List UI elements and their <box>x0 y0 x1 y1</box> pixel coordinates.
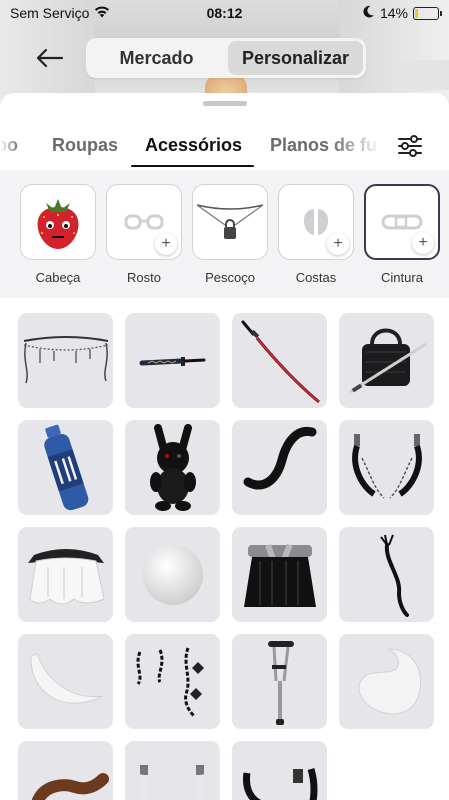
add-icon: + <box>412 232 434 254</box>
skirt-icon <box>243 543 316 607</box>
item-tile[interactable] <box>18 527 113 622</box>
segment-personalizar[interactable]: Personalizar <box>228 41 363 75</box>
item-tile[interactable] <box>125 527 220 622</box>
slot-label-cabeca: Cabeça <box>35 270 81 285</box>
glasses-icon <box>124 214 164 230</box>
slot-cintura[interactable]: + <box>364 184 440 260</box>
chain-charms-icon <box>136 646 204 717</box>
item-tile[interactable] <box>232 741 327 800</box>
sheet-grabber[interactable] <box>203 101 247 106</box>
wings-icon <box>303 209 329 235</box>
fluffy-tail-icon <box>358 648 421 714</box>
item-tile[interactable] <box>18 420 113 515</box>
battery-icon <box>413 6 442 20</box>
add-icon: + <box>155 233 177 255</box>
padlock-necklace-icon <box>196 204 264 239</box>
item-tile[interactable] <box>18 741 113 800</box>
slot-label-cintura: Cintura <box>381 270 423 285</box>
fluff-ball-icon <box>142 544 203 605</box>
slot-pescoco[interactable] <box>192 184 268 260</box>
chain-belt-icon <box>23 335 108 383</box>
item-tile[interactable] <box>339 634 434 729</box>
item-tile[interactable] <box>232 420 327 515</box>
item-tile[interactable] <box>125 420 220 515</box>
crescent-icon <box>29 652 103 704</box>
black-straps-icon <box>242 767 317 800</box>
arrow-left-icon <box>36 48 64 68</box>
crutch-icon <box>267 640 294 725</box>
item-tile[interactable] <box>125 741 220 800</box>
accessory-slots: + + + Cabeça Rosto Pescoço Costas Cintur… <box>0 170 449 298</box>
battery-percent: 14% <box>379 5 408 21</box>
red-katana-icon <box>241 320 320 403</box>
bag-sword-icon <box>348 328 427 393</box>
filter-button[interactable] <box>393 131 427 161</box>
tab-roupas[interactable]: Roupas <box>52 135 118 156</box>
slot-costas[interactable]: + <box>278 184 354 260</box>
belt-icon <box>381 214 423 230</box>
mode-segmented-control: Mercado Personalizar <box>86 38 366 78</box>
item-tile[interactable] <box>232 634 327 729</box>
tail-icon <box>243 426 316 489</box>
slot-label-pescoco: Pescoço <box>205 270 255 285</box>
segment-mercado[interactable]: Mercado <box>89 41 224 75</box>
whip-icon <box>379 534 409 617</box>
katana-icon <box>139 356 205 366</box>
bunny-icon <box>149 423 196 511</box>
brown-tail-icon <box>31 772 109 800</box>
status-bar: Sem Serviço 08:12 14% <box>0 0 449 26</box>
active-tab-underline <box>131 165 254 167</box>
white-straps-icon <box>138 764 205 800</box>
strawberry-head-icon <box>37 199 79 249</box>
slot-rosto[interactable]: + <box>106 184 182 260</box>
item-tile[interactable] <box>232 527 327 622</box>
item-tile[interactable] <box>339 527 434 622</box>
sliders-icon <box>398 135 422 157</box>
tab-acessorios[interactable]: Acessórios <box>145 135 242 156</box>
item-tile[interactable] <box>18 634 113 729</box>
item-tile[interactable] <box>339 420 434 515</box>
clock: 08:12 <box>206 5 243 21</box>
wifi-icon <box>93 5 111 21</box>
item-tile[interactable] <box>125 313 220 408</box>
carrier-text: Sem Serviço <box>10 5 90 21</box>
slot-cabeca[interactable] <box>20 184 96 260</box>
slot-label-rosto: Rosto <box>127 270 161 285</box>
add-icon: + <box>327 233 349 255</box>
back-button[interactable] <box>30 42 70 74</box>
slot-label-costas: Costas <box>295 270 337 285</box>
item-tile[interactable] <box>232 313 327 408</box>
tutu-icon <box>27 548 105 604</box>
suspenders-icon <box>351 433 422 499</box>
customize-sheet: po Roupas Acessórios Planos de fu <box>0 93 449 800</box>
item-tile[interactable] <box>125 634 220 729</box>
moon-icon <box>362 5 375 21</box>
item-tile[interactable] <box>18 313 113 408</box>
bottle-icon <box>43 424 88 510</box>
item-tile[interactable] <box>339 313 434 408</box>
